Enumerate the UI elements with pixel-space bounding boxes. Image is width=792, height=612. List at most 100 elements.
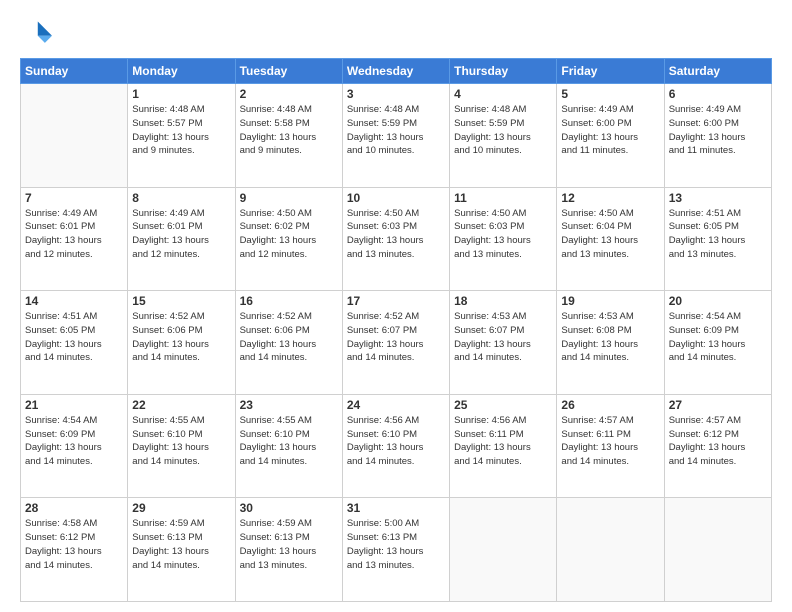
day-cell: 12 Sunrise: 4:50 AM Sunset: 6:04 PM Dayli… (557, 187, 664, 291)
header-cell-thursday: Thursday (450, 59, 557, 84)
day-info: Sunrise: 4:58 AM Sunset: 6:12 PM Dayligh… (25, 517, 123, 572)
day-number: 23 (240, 398, 338, 412)
day-number: 5 (561, 87, 659, 101)
day-cell: 20 Sunrise: 4:54 AM Sunset: 6:09 PM Dayli… (664, 291, 771, 395)
day-number: 24 (347, 398, 445, 412)
day-cell: 4Sunrise: 4:48 AM Sunset: 5:59 PM Daylig… (450, 84, 557, 188)
day-info: Sunrise: 4:48 AM Sunset: 5:58 PM Dayligh… (240, 103, 338, 158)
day-cell: 10 Sunrise: 4:50 AM Sunset: 6:03 PM Dayli… (342, 187, 449, 291)
day-info: Sunrise: 4:52 AM Sunset: 6:07 PM Dayligh… (347, 310, 445, 365)
day-info: Sunrise: 4:53 AM Sunset: 6:07 PM Dayligh… (454, 310, 552, 365)
day-cell: 8 Sunrise: 4:49 AM Sunset: 6:01 PM Daylig… (128, 187, 235, 291)
day-cell: 18 Sunrise: 4:53 AM Sunset: 6:07 PM Dayli… (450, 291, 557, 395)
day-info: Sunrise: 4:57 AM Sunset: 6:11 PM Dayligh… (561, 414, 659, 469)
day-info: Sunrise: 4:51 AM Sunset: 6:05 PM Dayligh… (669, 207, 767, 262)
day-number: 1 (132, 87, 230, 101)
day-info: Sunrise: 5:00 AM Sunset: 6:13 PM Dayligh… (347, 517, 445, 572)
day-info: Sunrise: 4:55 AM Sunset: 6:10 PM Dayligh… (240, 414, 338, 469)
day-cell: 16Sunrise: 4:52 AM Sunset: 6:06 PM Dayli… (235, 291, 342, 395)
header-cell-friday: Friday (557, 59, 664, 84)
day-number: 8 (132, 191, 230, 205)
week-row-4: 28 Sunrise: 4:58 AM Sunset: 6:12 PM Dayli… (21, 498, 772, 602)
day-info: Sunrise: 4:59 AM Sunset: 6:13 PM Dayligh… (132, 517, 230, 572)
day-cell: 21Sunrise: 4:54 AM Sunset: 6:09 PM Dayli… (21, 394, 128, 498)
day-number: 9 (240, 191, 338, 205)
day-cell: 30Sunrise: 4:59 AM Sunset: 6:13 PM Dayli… (235, 498, 342, 602)
day-cell: 5 Sunrise: 4:49 AM Sunset: 6:00 PM Daylig… (557, 84, 664, 188)
day-cell (450, 498, 557, 602)
header-cell-monday: Monday (128, 59, 235, 84)
day-cell: 15 Sunrise: 4:52 AM Sunset: 6:06 PM Dayli… (128, 291, 235, 395)
day-cell: 13 Sunrise: 4:51 AM Sunset: 6:05 PM Dayli… (664, 187, 771, 291)
day-cell: 22 Sunrise: 4:55 AM Sunset: 6:10 PM Dayli… (128, 394, 235, 498)
header-cell-wednesday: Wednesday (342, 59, 449, 84)
day-number: 4 (454, 87, 552, 101)
day-info: Sunrise: 4:50 AM Sunset: 6:04 PM Dayligh… (561, 207, 659, 262)
day-info: Sunrise: 4:55 AM Sunset: 6:10 PM Dayligh… (132, 414, 230, 469)
day-cell: 3 Sunrise: 4:48 AM Sunset: 5:59 PM Daylig… (342, 84, 449, 188)
week-row-0: 1 Sunrise: 4:48 AM Sunset: 5:57 PM Daylig… (21, 84, 772, 188)
day-cell: 9Sunrise: 4:50 AM Sunset: 6:02 PM Daylig… (235, 187, 342, 291)
day-info: Sunrise: 4:50 AM Sunset: 6:03 PM Dayligh… (347, 207, 445, 262)
day-cell: 7 Sunrise: 4:49 AM Sunset: 6:01 PM Daylig… (21, 187, 128, 291)
page: SundayMondayTuesdayWednesdayThursdayFrid… (0, 0, 792, 612)
header-row: SundayMondayTuesdayWednesdayThursdayFrid… (21, 59, 772, 84)
day-info: Sunrise: 4:49 AM Sunset: 6:00 PM Dayligh… (561, 103, 659, 158)
logo-icon (20, 18, 52, 50)
day-cell: 6Sunrise: 4:49 AM Sunset: 6:00 PM Daylig… (664, 84, 771, 188)
day-info: Sunrise: 4:56 AM Sunset: 6:11 PM Dayligh… (454, 414, 552, 469)
header (20, 18, 772, 50)
day-number: 29 (132, 501, 230, 515)
day-number: 20 (669, 294, 767, 308)
day-cell: 29 Sunrise: 4:59 AM Sunset: 6:13 PM Dayli… (128, 498, 235, 602)
calendar-body: 1 Sunrise: 4:48 AM Sunset: 5:57 PM Daylig… (21, 84, 772, 602)
day-cell: 23 Sunrise: 4:55 AM Sunset: 6:10 PM Dayli… (235, 394, 342, 498)
day-cell: 31Sunrise: 5:00 AM Sunset: 6:13 PM Dayli… (342, 498, 449, 602)
day-number: 10 (347, 191, 445, 205)
day-cell: 27Sunrise: 4:57 AM Sunset: 6:12 PM Dayli… (664, 394, 771, 498)
day-number: 11 (454, 191, 552, 205)
day-number: 6 (669, 87, 767, 101)
day-info: Sunrise: 4:48 AM Sunset: 5:57 PM Dayligh… (132, 103, 230, 158)
day-cell: 11 Sunrise: 4:50 AM Sunset: 6:03 PM Dayli… (450, 187, 557, 291)
day-number: 18 (454, 294, 552, 308)
day-cell: 17Sunrise: 4:52 AM Sunset: 6:07 PM Dayli… (342, 291, 449, 395)
calendar-table: SundayMondayTuesdayWednesdayThursdayFrid… (20, 58, 772, 602)
day-number: 16 (240, 294, 338, 308)
day-cell: 28 Sunrise: 4:58 AM Sunset: 6:12 PM Dayli… (21, 498, 128, 602)
day-number: 28 (25, 501, 123, 515)
day-cell: 2 Sunrise: 4:48 AM Sunset: 5:58 PM Daylig… (235, 84, 342, 188)
day-number: 26 (561, 398, 659, 412)
calendar-header: SundayMondayTuesdayWednesdayThursdayFrid… (21, 59, 772, 84)
day-cell: 26 Sunrise: 4:57 AM Sunset: 6:11 PM Dayli… (557, 394, 664, 498)
day-number: 3 (347, 87, 445, 101)
header-cell-saturday: Saturday (664, 59, 771, 84)
day-number: 19 (561, 294, 659, 308)
day-cell: 14Sunrise: 4:51 AM Sunset: 6:05 PM Dayli… (21, 291, 128, 395)
week-row-1: 7 Sunrise: 4:49 AM Sunset: 6:01 PM Daylig… (21, 187, 772, 291)
day-number: 15 (132, 294, 230, 308)
day-number: 22 (132, 398, 230, 412)
day-number: 7 (25, 191, 123, 205)
day-info: Sunrise: 4:49 AM Sunset: 6:01 PM Dayligh… (25, 207, 123, 262)
day-number: 13 (669, 191, 767, 205)
day-info: Sunrise: 4:49 AM Sunset: 6:01 PM Dayligh… (132, 207, 230, 262)
day-info: Sunrise: 4:52 AM Sunset: 6:06 PM Dayligh… (132, 310, 230, 365)
day-number: 12 (561, 191, 659, 205)
header-cell-sunday: Sunday (21, 59, 128, 84)
day-info: Sunrise: 4:53 AM Sunset: 6:08 PM Dayligh… (561, 310, 659, 365)
day-cell (664, 498, 771, 602)
day-info: Sunrise: 4:48 AM Sunset: 5:59 PM Dayligh… (347, 103, 445, 158)
day-number: 14 (25, 294, 123, 308)
day-info: Sunrise: 4:54 AM Sunset: 6:09 PM Dayligh… (25, 414, 123, 469)
day-cell: 24Sunrise: 4:56 AM Sunset: 6:10 PM Dayli… (342, 394, 449, 498)
day-info: Sunrise: 4:59 AM Sunset: 6:13 PM Dayligh… (240, 517, 338, 572)
day-info: Sunrise: 4:50 AM Sunset: 6:03 PM Dayligh… (454, 207, 552, 262)
day-number: 27 (669, 398, 767, 412)
day-cell: 1 Sunrise: 4:48 AM Sunset: 5:57 PM Daylig… (128, 84, 235, 188)
day-cell: 19 Sunrise: 4:53 AM Sunset: 6:08 PM Dayli… (557, 291, 664, 395)
day-info: Sunrise: 4:54 AM Sunset: 6:09 PM Dayligh… (669, 310, 767, 365)
header-cell-tuesday: Tuesday (235, 59, 342, 84)
week-row-3: 21Sunrise: 4:54 AM Sunset: 6:09 PM Dayli… (21, 394, 772, 498)
day-number: 2 (240, 87, 338, 101)
